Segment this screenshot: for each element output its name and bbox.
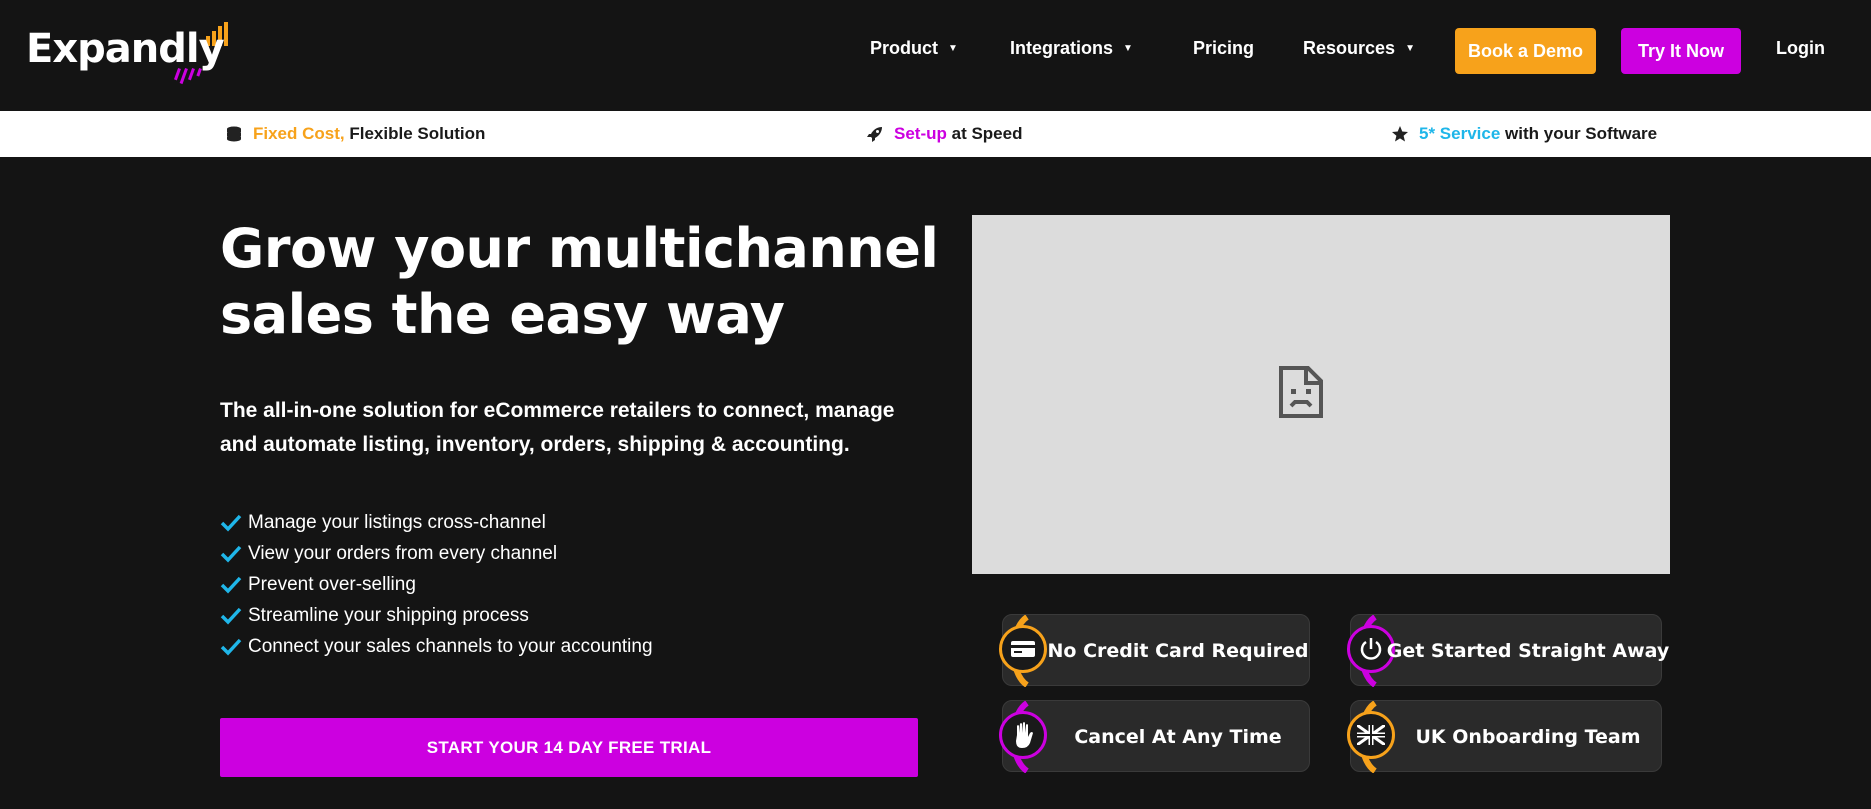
strip-text: Flexible Solution bbox=[349, 124, 486, 143]
badge-no-credit-card: No Credit Card Required bbox=[999, 614, 1310, 687]
site-header: Expandly Product ▼ Integrations ▼ Pricin… bbox=[0, 0, 1871, 111]
list-item: Prevent over-selling bbox=[220, 569, 653, 600]
start-free-trial-button[interactable]: START YOUR 14 DAY FREE TRIAL bbox=[220, 718, 918, 777]
star-icon bbox=[1391, 125, 1409, 143]
feature-checklist: Manage your listings cross-channel View … bbox=[220, 507, 653, 662]
chevron-down-icon: ▼ bbox=[1123, 43, 1133, 54]
video-embed-placeholder[interactable] bbox=[972, 215, 1670, 574]
headline-line-1: Grow your multichannel bbox=[220, 217, 939, 280]
badge-label: Cancel At Any Time bbox=[1074, 726, 1282, 748]
uk-flag-icon bbox=[1347, 711, 1395, 759]
strip-highlight: Set-up bbox=[894, 124, 947, 143]
strip-item-setup: Set-up at Speed bbox=[866, 124, 1022, 144]
check-icon bbox=[220, 545, 242, 563]
nav-pricing-label: Pricing bbox=[1193, 38, 1255, 58]
list-item-text: Streamline your shipping process bbox=[248, 604, 529, 626]
list-item-text: Manage your listings cross-channel bbox=[248, 511, 546, 533]
hand-icon bbox=[999, 711, 1047, 759]
check-icon bbox=[220, 514, 242, 532]
credit-card-icon bbox=[999, 625, 1047, 673]
badge-label: Get Started Straight Away bbox=[1386, 640, 1670, 662]
expandly-logo[interactable]: Expandly bbox=[26, 22, 236, 88]
strip-highlight: 5* Service bbox=[1419, 124, 1501, 143]
logo-text: Expandly bbox=[26, 26, 225, 72]
rocket-icon bbox=[866, 125, 884, 143]
list-item: Streamline your shipping process bbox=[220, 600, 653, 631]
badge-cancel-any-time: Cancel At Any Time bbox=[999, 700, 1310, 773]
check-icon bbox=[220, 607, 242, 625]
check-icon bbox=[220, 638, 242, 656]
badge-get-started: Get Started Straight Away bbox=[1347, 614, 1670, 687]
feature-strip: Fixed Cost, Flexible Solution Set-up at … bbox=[0, 111, 1871, 157]
chevron-down-icon: ▼ bbox=[948, 43, 958, 54]
nav-product[interactable]: Product ▼ bbox=[870, 38, 958, 59]
list-item-text: Prevent over-selling bbox=[248, 573, 416, 595]
strip-highlight: Fixed Cost, bbox=[253, 124, 345, 143]
nav-integrations-label: Integrations bbox=[1010, 38, 1114, 58]
strip-text: at Speed bbox=[951, 124, 1023, 143]
badge-label: No Credit Card Required bbox=[1047, 640, 1309, 662]
hero-subtext: The all-in-one solution for eCommerce re… bbox=[220, 399, 895, 456]
list-item: Connect your sales channels to your acco… bbox=[220, 631, 653, 662]
strip-item-fixed-cost: Fixed Cost, Flexible Solution bbox=[225, 124, 485, 144]
headline-line-2: sales the easy way bbox=[220, 283, 785, 346]
list-item: View your orders from every channel bbox=[220, 538, 653, 569]
broken-page-icon bbox=[1279, 366, 1323, 418]
nav-integrations[interactable]: Integrations ▼ bbox=[1010, 38, 1133, 59]
login-link[interactable]: Login bbox=[1776, 38, 1825, 59]
try-it-now-button[interactable]: Try It Now bbox=[1621, 28, 1741, 74]
nav-pricing[interactable]: Pricing bbox=[1193, 38, 1254, 59]
book-demo-button[interactable]: Book a Demo bbox=[1455, 28, 1596, 74]
chevron-down-icon: ▼ bbox=[1405, 43, 1415, 54]
nav-resources[interactable]: Resources ▼ bbox=[1303, 38, 1415, 59]
check-icon bbox=[220, 576, 242, 594]
coins-icon bbox=[225, 125, 243, 143]
strip-item-service: 5* Service with your Software bbox=[1391, 124, 1657, 144]
list-item: Manage your listings cross-channel bbox=[220, 507, 653, 538]
badge-label: UK Onboarding Team bbox=[1415, 726, 1641, 748]
hero-headline: Grow your multichannel sales the easy wa… bbox=[220, 216, 940, 348]
list-item-text: View your orders from every channel bbox=[248, 542, 558, 564]
list-item-text: Connect your sales channels to your acco… bbox=[248, 635, 653, 657]
badge-uk-onboarding: UK Onboarding Team bbox=[1347, 700, 1662, 773]
strip-text: with your Software bbox=[1505, 124, 1658, 143]
nav-product-label: Product bbox=[870, 38, 939, 58]
nav-resources-label: Resources bbox=[1303, 38, 1396, 58]
